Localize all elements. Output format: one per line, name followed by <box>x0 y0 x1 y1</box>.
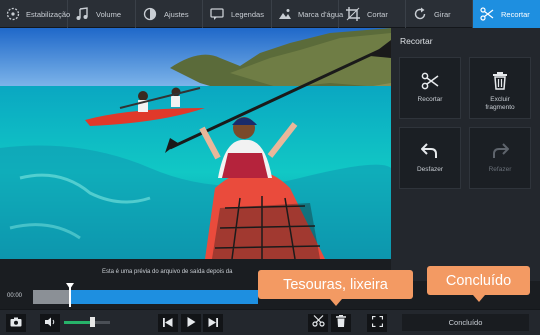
tool-label: Marca d'água <box>298 9 344 19</box>
undo-button-label: Desfazer <box>416 166 443 173</box>
next-button[interactable] <box>203 314 223 332</box>
delete-button[interactable] <box>331 314 351 332</box>
undo-icon <box>421 142 439 160</box>
tool-rotate[interactable]: Girar <box>406 0 473 28</box>
redo-icon <box>491 142 509 160</box>
tool-watermark[interactable]: Marca d'água <box>272 0 343 28</box>
fullscreen-icon <box>371 314 383 332</box>
panel-title: Recortar <box>400 36 433 46</box>
timeline-clip-segment[interactable] <box>70 290 258 304</box>
volume-slider-handle[interactable] <box>90 317 95 327</box>
playback-controls: Concluído <box>0 309 540 335</box>
delete-fragment-button[interactable]: Excluir fragmento <box>469 57 531 119</box>
video-preview <box>0 28 391 259</box>
crop-icon <box>345 6 361 22</box>
fullscreen-button[interactable] <box>367 314 387 332</box>
cut-button[interactable] <box>308 314 328 332</box>
tool-label: Volume <box>96 9 122 19</box>
previous-button[interactable] <box>158 314 178 332</box>
rotate-icon <box>412 6 428 22</box>
snapshot-button[interactable] <box>6 314 26 332</box>
callout-tools: Tesouras, lixeira <box>258 270 413 306</box>
callout-done-text: Concluído <box>445 272 512 289</box>
play-button[interactable] <box>181 314 201 332</box>
delete-fragment-label: Excluir fragmento <box>485 96 515 111</box>
tool-stabilization[interactable]: Estabilização <box>0 0 71 28</box>
callout-done: Concluído <box>427 266 530 302</box>
skip-back-icon <box>163 314 173 332</box>
mute-button[interactable] <box>40 314 60 332</box>
playhead-handle[interactable] <box>66 283 74 289</box>
tool-trim[interactable]: Recortar <box>473 0 540 28</box>
callout-tools-text: Tesouras, lixeira <box>283 276 388 293</box>
toolbar: Estabilização Volume Ajustes Legendas Ma… <box>0 0 540 28</box>
tool-volume[interactable]: Volume <box>68 0 136 28</box>
tool-crop[interactable]: Cortar <box>339 0 406 28</box>
tool-label: Recortar <box>501 9 530 19</box>
timeline-played-segment[interactable] <box>33 290 70 304</box>
preview-status-text: Esta é uma prévia do arquivo de saída de… <box>102 269 233 275</box>
camera-icon <box>10 314 22 332</box>
redo-button[interactable]: Refazer <box>469 127 531 189</box>
tool-label: Legendas <box>231 9 264 19</box>
current-time: 00:00 <box>7 293 23 299</box>
redo-button-label: Refazer <box>488 166 512 173</box>
speaker-icon <box>44 314 56 332</box>
skip-forward-icon <box>208 314 218 332</box>
tool-label: Girar <box>434 9 451 19</box>
undo-button[interactable]: Desfazer <box>399 127 461 189</box>
tool-label: Ajustes <box>164 9 189 19</box>
trash-icon <box>336 314 346 332</box>
tool-label: Estabilização <box>26 9 71 19</box>
tool-label: Cortar <box>367 9 388 19</box>
tool-adjustments[interactable]: Ajustes <box>136 0 203 28</box>
scissors-icon <box>479 6 495 22</box>
kayak-scene-image <box>0 28 391 259</box>
contrast-icon <box>142 6 158 22</box>
watermark-icon <box>278 6 292 22</box>
callout-tail <box>329 299 342 306</box>
trim-button-label: Recortar <box>417 96 443 103</box>
tool-subtitles[interactable]: Legendas <box>203 0 272 28</box>
music-note-icon <box>74 6 90 22</box>
play-icon <box>187 314 196 332</box>
scissors-icon <box>421 72 439 90</box>
trim-button[interactable]: Recortar <box>399 57 461 119</box>
trash-icon <box>492 72 508 90</box>
volume-slider-fill <box>64 321 92 324</box>
callout-tail <box>472 295 485 302</box>
stabilization-icon <box>6 6 20 22</box>
done-button[interactable]: Concluído <box>402 314 529 331</box>
scissors-icon <box>311 314 325 332</box>
subtitles-icon <box>209 6 225 22</box>
